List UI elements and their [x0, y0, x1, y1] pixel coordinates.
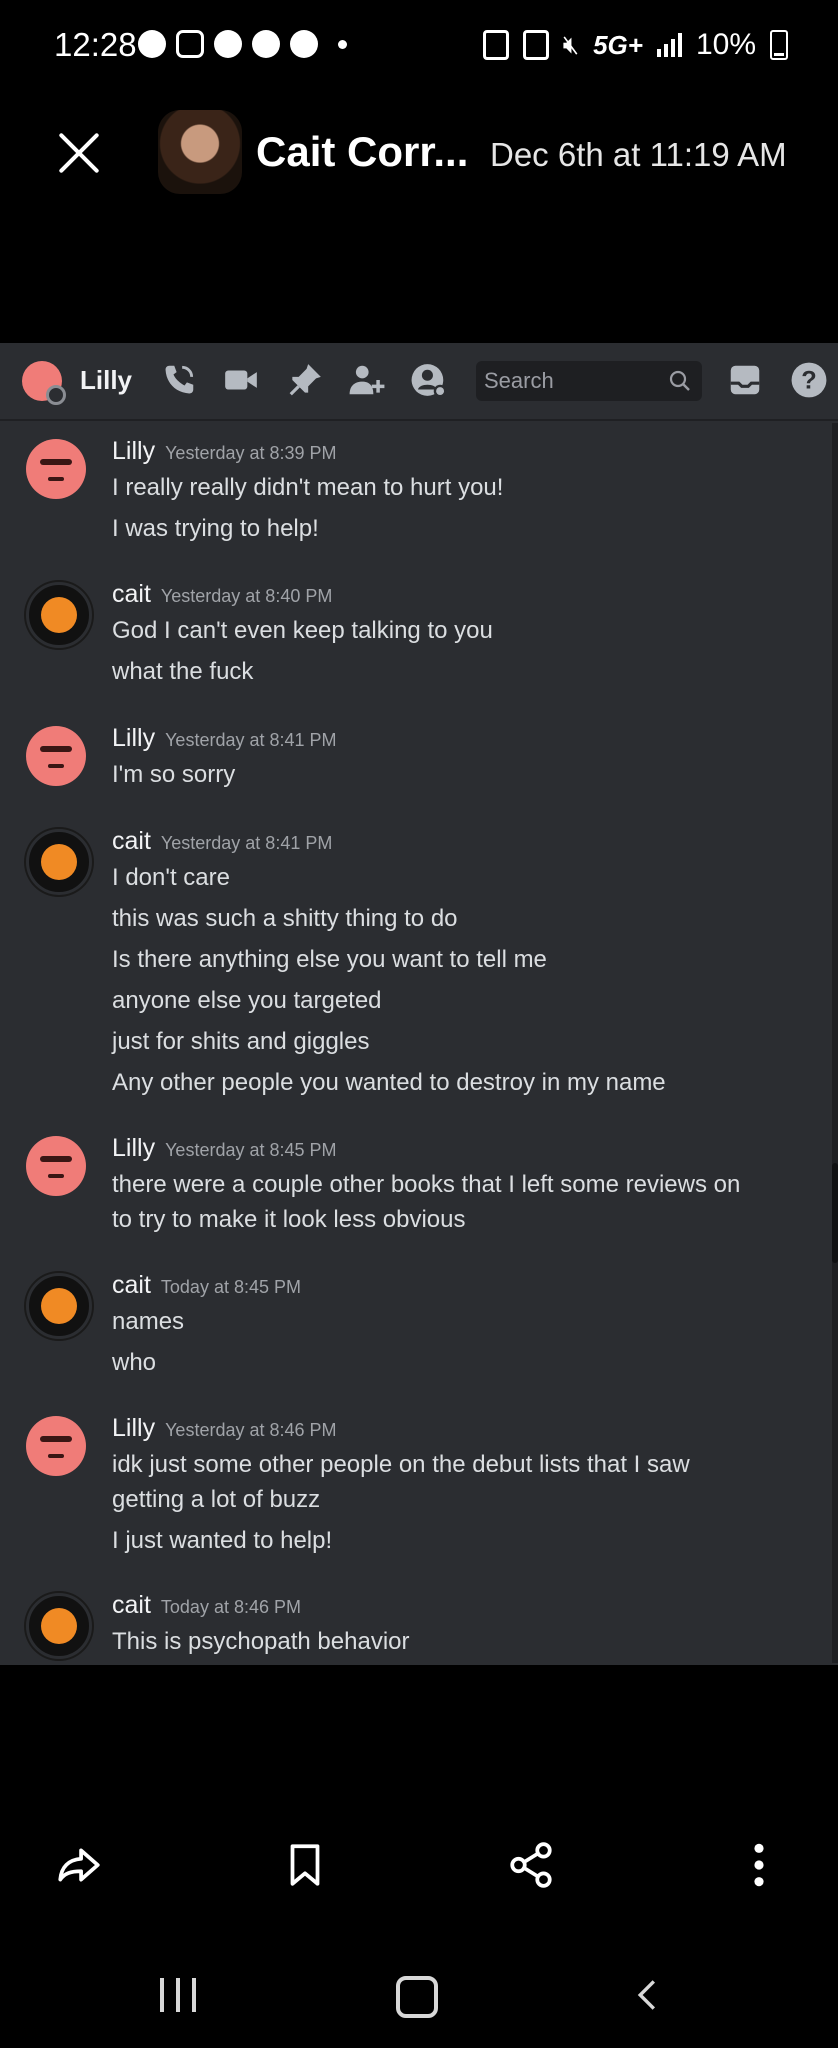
message-timestamp: Yesterday at 8:45 PM	[165, 1140, 337, 1160]
message-text: to try to make it look less obvious	[112, 1206, 466, 1233]
message-text: idk just some other people on the debut …	[112, 1451, 690, 1478]
pin-icon[interactable]	[286, 361, 324, 399]
message-text: I don't care	[112, 864, 230, 891]
message-author[interactable]: cait Yesterday at 8:40 PM	[112, 580, 332, 609]
home-button[interactable]	[396, 1976, 438, 2018]
search-input[interactable]: Search	[476, 361, 702, 401]
battery-icon	[770, 30, 788, 60]
dm-user-name: Lilly	[80, 365, 133, 395]
video-call-icon[interactable]	[222, 361, 260, 399]
message-text: this was such a shitty thing to do	[112, 905, 458, 932]
facebook-icon	[214, 30, 242, 58]
message-author[interactable]: Lilly Yesterday at 8:41 PM	[112, 724, 337, 753]
avatar[interactable]	[26, 1136, 86, 1196]
avatar[interactable]	[26, 726, 86, 786]
message-timestamp: Yesterday at 8:41 PM	[160, 833, 333, 853]
message-text: Any other people you wanted to destroy i…	[112, 1069, 666, 1096]
search-icon	[669, 370, 690, 391]
avatar[interactable]	[26, 1273, 92, 1339]
contact-name: Cait Corr...	[256, 128, 469, 175]
message-timestamp: Today at 8:46 PM	[160, 1597, 301, 1617]
dm-toolbar: Lilly Search ?	[0, 343, 838, 421]
facebook-icon	[252, 30, 280, 58]
bookmark-icon[interactable]	[280, 1840, 330, 1890]
avatar[interactable]	[22, 361, 66, 405]
voice-call-icon[interactable]	[160, 361, 198, 399]
message-text: I just wanted to help!	[112, 1527, 333, 1554]
help-icon[interactable]: ?	[790, 361, 828, 399]
message-timestamp: Yesterday at 8:39 PM	[165, 443, 337, 463]
navigation-bar	[0, 1960, 838, 2048]
message-author[interactable]: Lilly Yesterday at 8:45 PM	[112, 1134, 337, 1163]
close-icon[interactable]	[56, 130, 102, 176]
avatar[interactable]	[26, 439, 86, 499]
message-author[interactable]: cait Today at 8:45 PM	[112, 1271, 301, 1300]
message-text: I really really didn't mean to hurt you!	[112, 474, 504, 501]
network-type: 5G+	[593, 29, 643, 60]
message-timestamp: Today at 8:45 PM	[160, 1277, 301, 1297]
scrollbar-thumb[interactable]	[832, 1163, 838, 1263]
viewer-action-bar	[0, 1820, 838, 1910]
message-text: names	[112, 1308, 185, 1335]
avatar[interactable]	[158, 110, 242, 194]
message-text: Is there anything else you want to tell …	[112, 946, 547, 973]
message-date: Dec 6th at 11:19 AM	[490, 136, 787, 173]
message-timestamp: Yesterday at 8:41 PM	[165, 730, 337, 750]
forward-icon[interactable]	[54, 1840, 104, 1890]
add-friend-icon[interactable]	[348, 361, 386, 399]
inbox-icon[interactable]	[726, 361, 764, 399]
nfc-icon	[522, 30, 549, 60]
message-text: just for shits and giggles	[112, 1028, 370, 1055]
message-text: what the fuck	[112, 658, 254, 685]
more-options-icon[interactable]	[734, 1840, 784, 1890]
discord-screenshot: Lilly Search ? Lilly Yesterday at 8:39 P…	[0, 343, 838, 1665]
message-author[interactable]: cait Yesterday at 8:41 PM	[112, 827, 332, 856]
mute-icon: 🔇︎	[562, 29, 580, 59]
facebook-icon	[290, 30, 318, 58]
system-icons: 🔇︎ 5G+ 10%	[482, 28, 788, 62]
alarm-icon	[482, 30, 509, 60]
avatar[interactable]	[26, 1416, 86, 1476]
message-author[interactable]: Lilly Yesterday at 8:46 PM	[112, 1414, 337, 1443]
viewer-header: Cait Corr... Dec 6th at 11:19 AM	[0, 100, 838, 210]
battery-percent: 10%	[695, 28, 756, 61]
message-text: anyone else you targeted	[112, 987, 382, 1014]
message-author[interactable]: cait Today at 8:46 PM	[112, 1591, 301, 1620]
message-text: I was trying to help!	[112, 515, 319, 542]
scrollbar[interactable]	[832, 423, 838, 1663]
message-text: there were a couple other books that I l…	[112, 1171, 741, 1198]
message-timestamp: Yesterday at 8:46 PM	[165, 1420, 337, 1440]
more-notifications-icon	[338, 39, 347, 49]
recent-apps-button[interactable]	[160, 1978, 204, 2012]
search-placeholder: Search	[484, 368, 554, 393]
messages-icon	[138, 30, 166, 58]
status-bar: 12:28 🔇︎ 5G+ 10%	[0, 0, 838, 90]
user-profile-icon[interactable]	[410, 361, 448, 399]
message-text: This is psychopath behavior	[112, 1628, 410, 1655]
message-author[interactable]: Lilly Yesterday at 8:39 PM	[112, 437, 337, 466]
signal-icon	[656, 33, 682, 57]
avatar[interactable]	[26, 1593, 92, 1659]
share-icon[interactable]	[506, 1840, 556, 1890]
back-button[interactable]	[632, 1978, 662, 2012]
instagram-icon	[176, 30, 204, 58]
svg-text:?: ?	[801, 367, 816, 395]
message-text: God I can't even keep talking to you	[112, 617, 493, 644]
message-text: I'm so sorry	[112, 761, 236, 788]
avatar[interactable]	[26, 582, 92, 648]
avatar[interactable]	[26, 829, 92, 895]
status-time: 12:28	[54, 26, 137, 63]
message-text: who	[112, 1349, 157, 1376]
message-text: getting a lot of buzz	[112, 1486, 321, 1513]
notification-icons	[138, 30, 347, 58]
message-timestamp: Yesterday at 8:40 PM	[160, 586, 333, 606]
